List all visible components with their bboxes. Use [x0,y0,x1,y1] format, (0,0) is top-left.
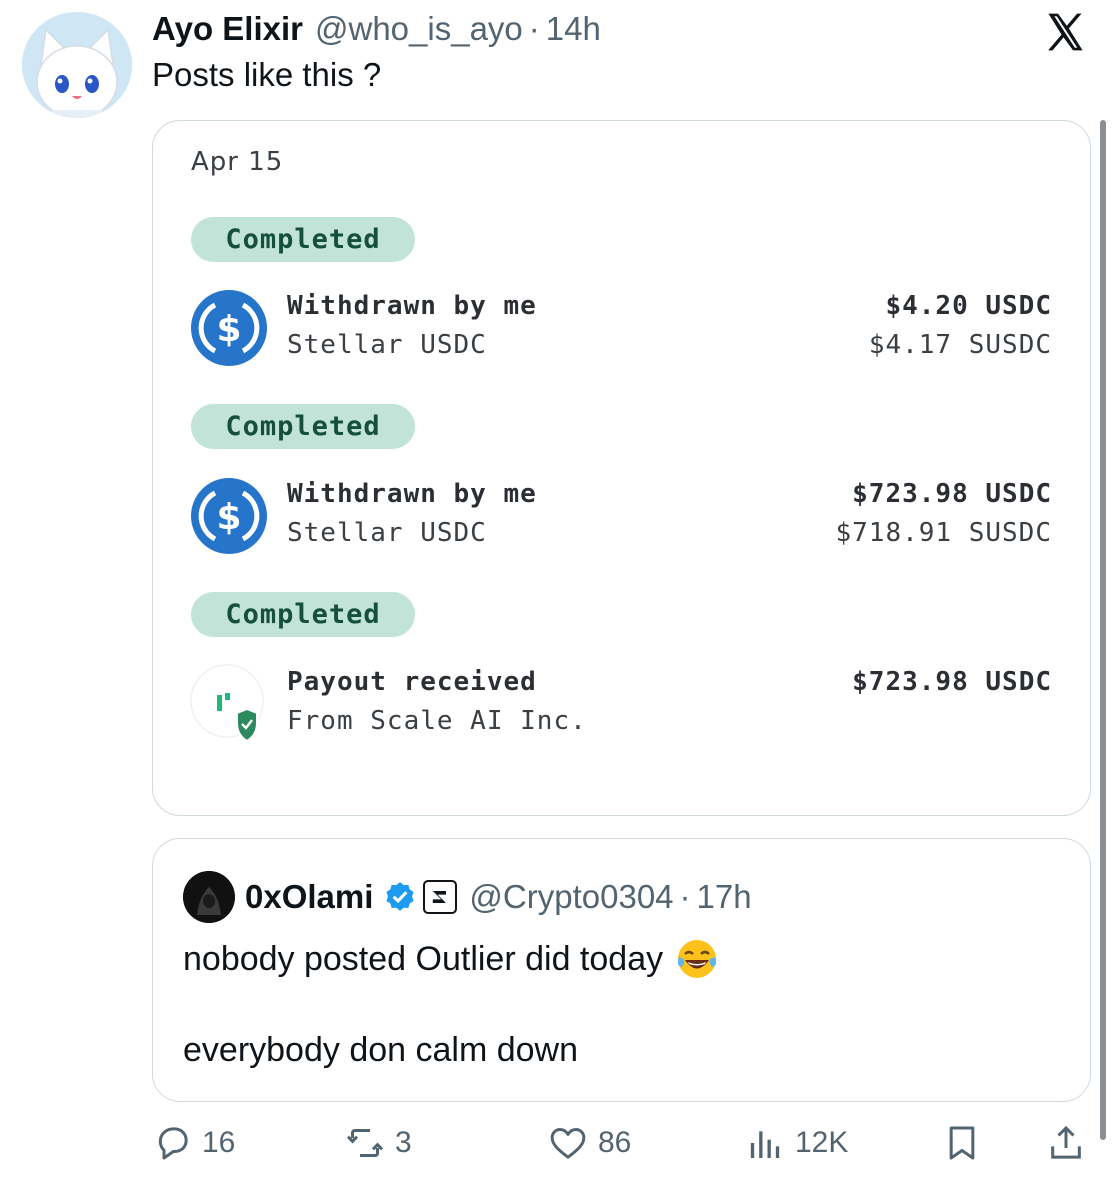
post-time[interactable]: 14h [546,10,601,48]
scale-ai-logo-icon [189,663,269,743]
usdc-coin-icon: $ [189,476,269,556]
status-badge: Completed [191,217,415,262]
quoted-text: nobody posted Outlier did today [183,939,664,978]
affiliate-badge-icon [423,880,458,914]
quoted-author-name[interactable]: 0xOlami [245,878,373,916]
quoted-author-avatar[interactable] [183,871,235,923]
author-avatar[interactable] [22,12,132,118]
author-name[interactable]: Ayo Elixir [152,10,303,48]
heart-icon [550,1128,586,1159]
quoted-author-line: 0xOlami @Crypto0304 · 17h [245,875,752,919]
transaction-amount: $723.98 USDC [852,479,1052,509]
author-line: Ayo Elixir @who_is_ayo · 14h [152,8,601,50]
transaction-amount: $4.20 USDC [885,291,1052,321]
bookmark-button[interactable] [942,1120,982,1166]
like-button[interactable]: 86 [548,1120,631,1166]
transaction-amount: $723.98 USDC [852,667,1052,697]
quoted-author-handle[interactable]: @Crypto0304 [469,878,673,916]
separator-dot: · [528,10,540,47]
transaction-subtitle: Stellar USDC [287,330,487,360]
reply-button[interactable]: 16 [152,1120,235,1166]
x-logo-icon [1042,10,1088,54]
svg-text:$: $ [216,497,241,538]
repost-button[interactable]: 3 [345,1120,412,1166]
status-badge: Completed [191,404,415,449]
usdc-coin-icon: $ [189,288,269,368]
like-count: 86 [598,1126,632,1159]
share-button[interactable] [1046,1120,1086,1166]
tweet-page: Ayo Elixir @who_is_ayo · 14h Posts like … [0,0,1115,1200]
quoted-post[interactable]: 0xOlami @Crypto0304 · 17h nobody posted … [152,838,1091,1102]
verified-badge-icon [383,880,417,914]
view-count: 12K [795,1126,849,1159]
quoted-text-line: nobody posted Outlier did today [183,937,719,981]
quoted-text: everybody don calm down [183,1031,579,1069]
share-icon [1051,1125,1081,1159]
laughing-tears-emoji-icon [675,937,719,981]
transaction-subtitle: From Scale AI Inc. [287,706,587,736]
transaction-title: Payout received [287,667,537,697]
transaction-date: Apr 15 [191,147,284,177]
views-button[interactable]: 12K [745,1120,848,1166]
quoted-post-time[interactable]: 17h [697,878,752,916]
post-text: Posts like this ? [152,56,382,93]
scrollbar[interactable] [1100,120,1106,1140]
repost-count: 3 [395,1126,412,1159]
repost-icon [346,1129,384,1157]
reply-count: 16 [202,1126,236,1159]
transaction-title: Withdrawn by me [287,291,537,321]
transaction-amount-secondary: $4.17 SUSDC [868,330,1052,360]
reply-icon [158,1127,188,1160]
transaction-subtitle: Stellar USDC [287,518,487,548]
svg-text:$: $ [216,309,241,350]
transaction-title: Withdrawn by me [287,479,537,509]
status-badge: Completed [191,592,415,637]
bookmark-icon [949,1126,975,1160]
views-chart-icon [750,1131,780,1158]
transaction-amount-secondary: $718.91 SUSDC [835,518,1052,548]
separator-dot: · [679,878,691,915]
author-handle[interactable]: @who_is_ayo [315,10,523,48]
attached-image[interactable]: Apr 15 Completed $ Withdrawn by me Stell… [152,120,1091,816]
